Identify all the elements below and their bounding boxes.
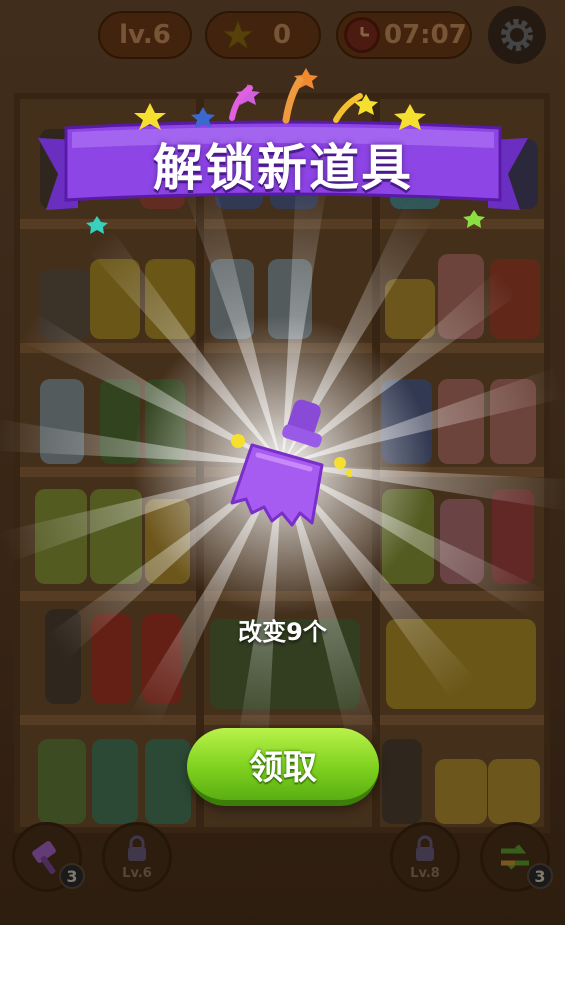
game-screen: lv.6 0 07:07 3 Lv.6 Lv.8 3 解锁新道具 改变9个 领取 [0,0,565,925]
sparkle-stars [86,68,485,234]
broom-icon [230,399,352,527]
claim-button[interactable]: 领取 [187,728,379,806]
claim-button-label: 领取 [249,747,317,788]
reward-description: 改变9个 [238,618,327,646]
